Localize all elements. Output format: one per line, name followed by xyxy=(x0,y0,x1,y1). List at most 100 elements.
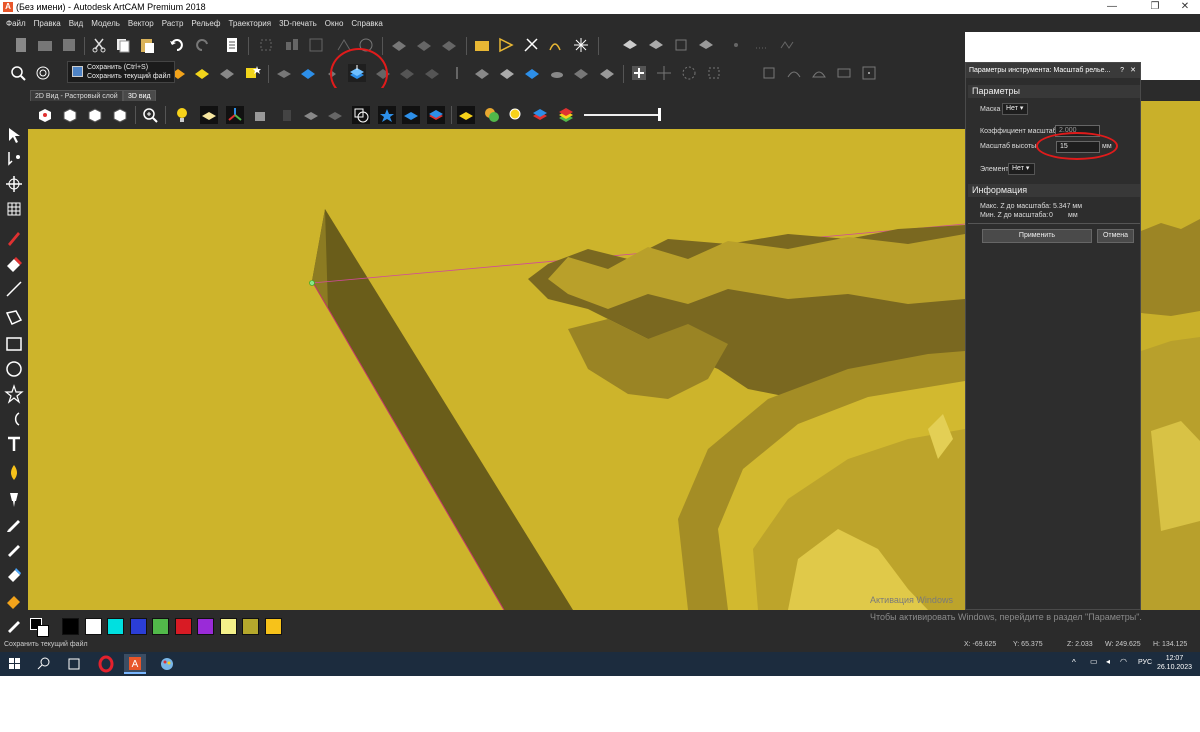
minimize-button[interactable]: — xyxy=(1097,0,1127,14)
star-tool-icon[interactable] xyxy=(4,384,24,404)
tab-2d-view[interactable]: 2D Вид - Растровый слой xyxy=(30,90,123,101)
relief-tool-11-icon[interactable] xyxy=(523,64,541,82)
print-3d-2-icon[interactable] xyxy=(647,36,665,54)
redo-icon[interactable] xyxy=(193,36,211,54)
select-arrow-icon[interactable] xyxy=(4,125,24,145)
frame-icon[interactable] xyxy=(760,64,778,82)
transform-icon[interactable] xyxy=(4,174,24,194)
relief-tool-12-icon[interactable] xyxy=(548,64,566,82)
dialog-close-button[interactable]: ✕ xyxy=(1130,63,1136,78)
spiral-icon[interactable] xyxy=(34,64,52,82)
point-box-icon[interactable] xyxy=(860,64,878,82)
relief-add-icon[interactable] xyxy=(193,64,211,82)
pencil-icon[interactable] xyxy=(4,514,24,534)
puzzle-icon[interactable] xyxy=(252,106,270,124)
layer-blue-icon[interactable] xyxy=(402,106,420,124)
menu-3d-print[interactable]: 3D-печать xyxy=(279,19,317,28)
layers-rainbow-icon[interactable] xyxy=(557,106,575,124)
3d-viewport-right[interactable] xyxy=(1141,101,1200,610)
add-icon[interactable] xyxy=(630,64,648,82)
move-icon[interactable] xyxy=(655,64,673,82)
color-swatch[interactable] xyxy=(197,618,214,635)
opera-icon[interactable] xyxy=(95,654,117,674)
cylinder-icon[interactable] xyxy=(278,106,296,124)
layer-red-icon[interactable] xyxy=(427,106,445,124)
view-iso-red-icon[interactable] xyxy=(36,106,54,124)
paste-icon[interactable] xyxy=(138,36,156,54)
eraser-icon[interactable] xyxy=(4,254,24,274)
wifi-icon[interactable]: ◠ xyxy=(1120,657,1127,666)
brush-icon[interactable] xyxy=(4,489,24,509)
tab-3d-view[interactable]: 3D вид xyxy=(123,90,156,101)
layers-colored-icon[interactable] xyxy=(531,106,549,124)
box-dark-icon[interactable] xyxy=(326,106,344,124)
drop-icon[interactable] xyxy=(4,463,24,483)
rect-icon[interactable] xyxy=(835,64,853,82)
element-select[interactable]: Нет ▾ xyxy=(1008,163,1035,175)
vector-align-icon[interactable] xyxy=(283,36,301,54)
menu-help[interactable]: Справка xyxy=(351,19,382,28)
print-3d-icon[interactable] xyxy=(621,36,639,54)
undo-icon[interactable] xyxy=(168,36,186,54)
toggle-vectors-icon[interactable] xyxy=(352,106,370,124)
wave-icon[interactable] xyxy=(779,36,797,54)
fill-icon[interactable] xyxy=(4,591,24,611)
cut-icon[interactable] xyxy=(90,36,108,54)
relief-shade-icon[interactable] xyxy=(457,106,475,124)
close-window-button[interactable]: ✕ xyxy=(1170,0,1200,14)
axes-icon[interactable] xyxy=(226,106,244,124)
color-swatch[interactable] xyxy=(62,618,79,635)
copy-icon[interactable] xyxy=(114,36,132,54)
search-icon[interactable] xyxy=(33,654,55,674)
menu-relief[interactable]: Рельеф xyxy=(191,19,220,28)
relief-tool-14-icon[interactable] xyxy=(598,64,616,82)
view-side-icon[interactable] xyxy=(111,106,129,124)
artcam-taskbar-icon[interactable]: A xyxy=(124,654,146,674)
curve-2-icon[interactable] xyxy=(810,64,828,82)
polyline-icon[interactable] xyxy=(4,308,24,328)
pen-red-icon[interactable] xyxy=(4,228,24,248)
toolpath-star-icon[interactable] xyxy=(572,36,590,54)
open-folder-icon[interactable] xyxy=(36,36,54,54)
new-file-icon[interactable] xyxy=(12,36,30,54)
network-icon[interactable]: ▭ xyxy=(1090,657,1098,666)
print-3d-4-icon[interactable] xyxy=(697,36,715,54)
curve-icon[interactable] xyxy=(785,64,803,82)
save-icon[interactable] xyxy=(60,36,78,54)
erase-icon[interactable] xyxy=(4,564,24,584)
windows-start-icon[interactable] xyxy=(4,654,26,674)
cancel-button[interactable]: Отмена xyxy=(1097,229,1134,243)
mask-select[interactable]: Нет ▾ xyxy=(1002,103,1028,115)
relief-tool-8-icon[interactable] xyxy=(448,64,466,82)
paint-icon[interactable] xyxy=(156,654,178,674)
relief-star-icon[interactable] xyxy=(243,64,261,82)
box-grey-icon[interactable] xyxy=(302,106,320,124)
rotate-icon[interactable] xyxy=(680,64,698,82)
color-swatch[interactable] xyxy=(84,618,102,635)
menu-toolpath[interactable]: Траектория xyxy=(228,19,271,28)
text-tool-icon[interactable] xyxy=(4,434,24,454)
star-blue-icon[interactable] xyxy=(378,106,396,124)
toolpath-folder-icon[interactable] xyxy=(473,36,491,54)
render-plane-icon[interactable] xyxy=(200,106,218,124)
view-iso-icon[interactable] xyxy=(61,106,79,124)
print-3d-3-icon[interactable] xyxy=(672,36,690,54)
relief-tool-10-icon[interactable] xyxy=(498,64,516,82)
menu-file[interactable]: Файл xyxy=(6,19,26,28)
rectangle-tool-icon[interactable] xyxy=(4,334,24,354)
smudge-icon[interactable] xyxy=(4,539,24,559)
color-swatch[interactable] xyxy=(242,618,259,635)
relief-tool-13-icon[interactable] xyxy=(572,64,590,82)
mirror-icon[interactable] xyxy=(705,64,723,82)
clock[interactable]: 12:07 26.10.2023 xyxy=(1157,654,1192,672)
menu-view[interactable]: Вид xyxy=(69,19,83,28)
apply-button[interactable]: Применить xyxy=(982,229,1092,243)
point-icon[interactable] xyxy=(727,36,745,54)
relief-tool-2-icon[interactable] xyxy=(415,36,433,54)
color-swatch[interactable] xyxy=(174,618,192,635)
grid-icon[interactable] xyxy=(4,199,24,219)
menu-bitmap[interactable]: Растр xyxy=(162,19,184,28)
menu-vector[interactable]: Вектор xyxy=(128,19,154,28)
help-button[interactable]: ? xyxy=(1120,63,1124,78)
search-relief-icon[interactable] xyxy=(507,106,525,124)
